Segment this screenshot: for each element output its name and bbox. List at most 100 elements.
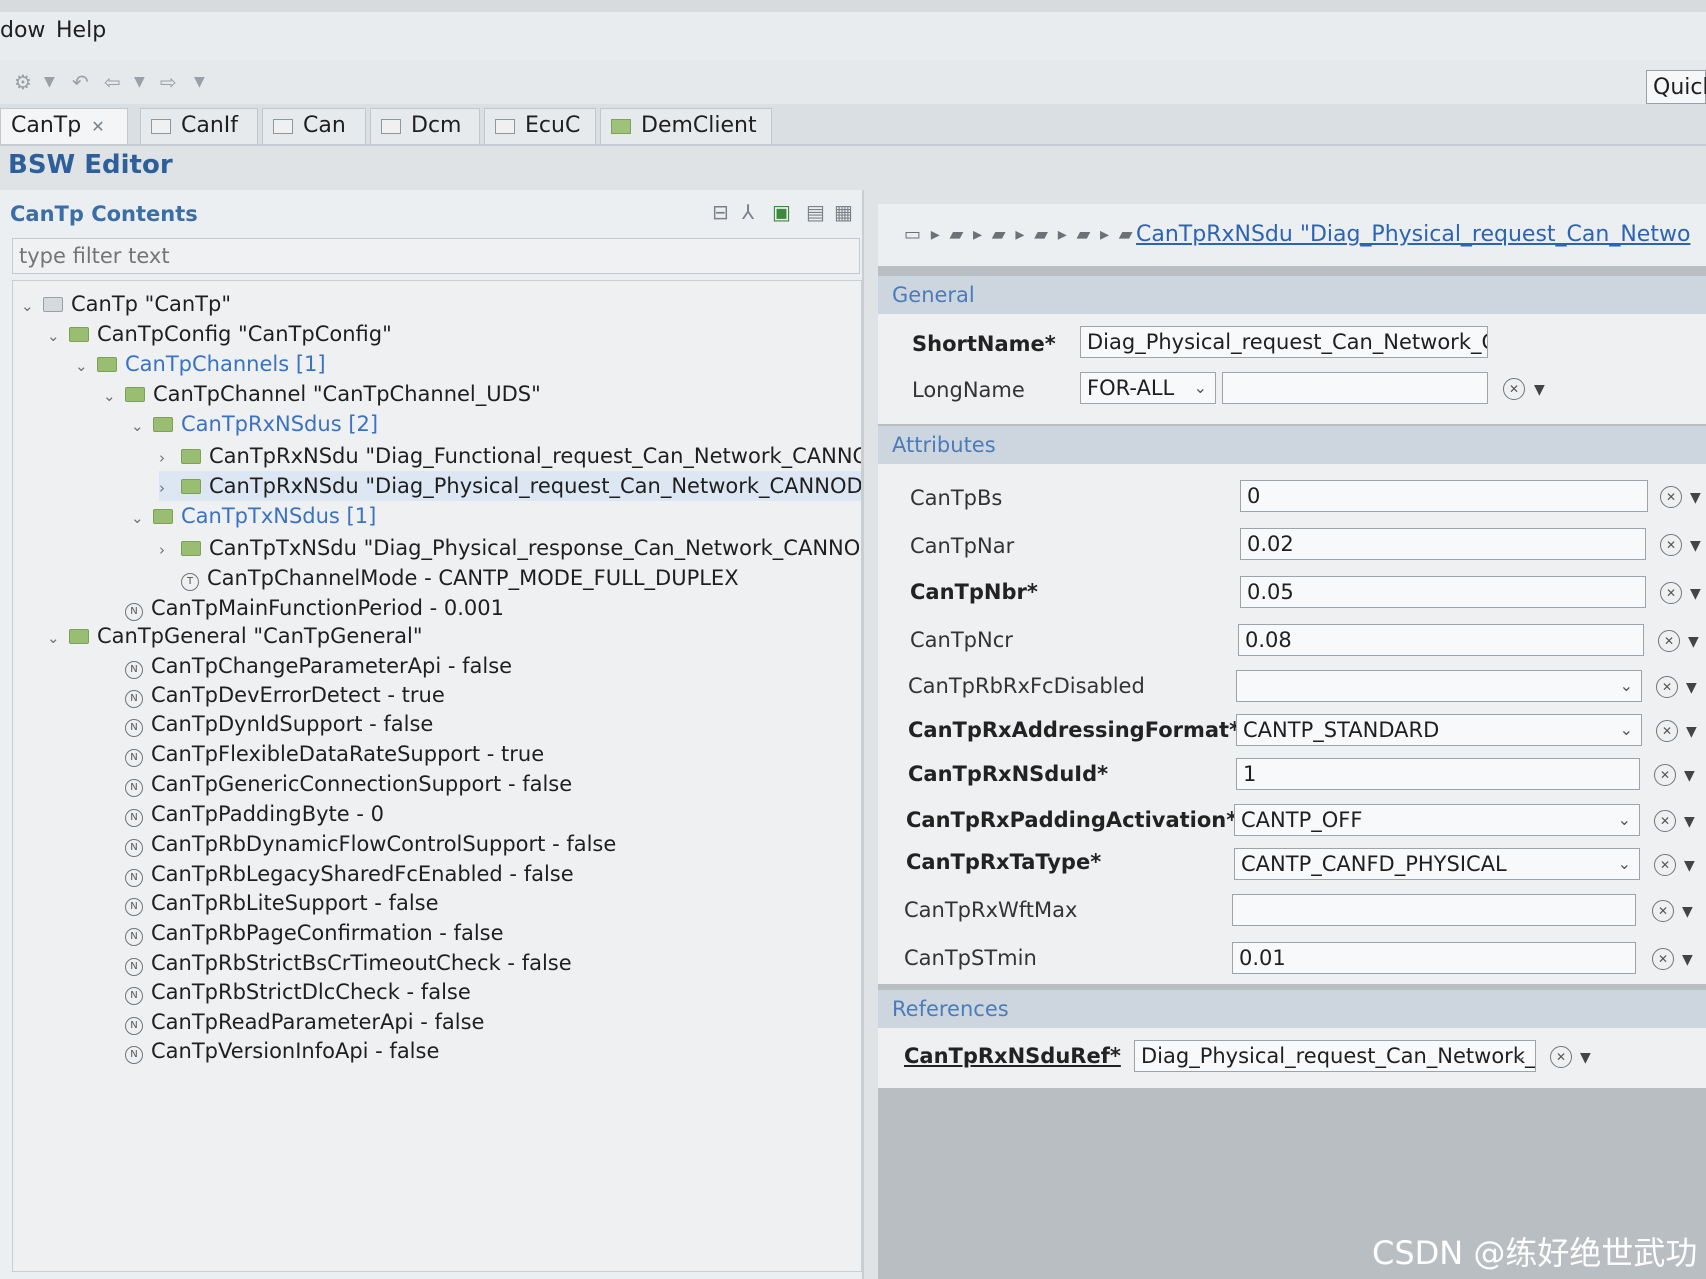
quick-access-field[interactable]: Quick bbox=[1646, 70, 1706, 104]
chevron-down-icon[interactable]: ⌄ bbox=[131, 503, 153, 533]
tree-node[interactable]: N CanTpChangeParameterApi - false bbox=[103, 651, 512, 681]
tree-node[interactable]: ⌄ CanTpGeneral "CanTpGeneral" bbox=[47, 621, 423, 651]
tree-node[interactable]: N CanTpRbStrictDlcCheck - false bbox=[103, 977, 471, 1007]
chevron-down-icon[interactable]: ▼ bbox=[44, 74, 55, 90]
attr-value-select[interactable]: CANTP_STANDARD ⌄ bbox=[1236, 714, 1642, 746]
tree-node[interactable]: N CanTpPaddingByte - 0 bbox=[103, 799, 384, 829]
reset-icon[interactable]: ✕ bbox=[1652, 900, 1674, 922]
breadcrumb-path-icons[interactable]: ▭ ▸ ▰ ▸ ▰ ▸ ▰ ▸ ▰ ▸ ▰ bbox=[904, 224, 1135, 245]
tree-node[interactable]: N CanTpGenericConnectionSupport - false bbox=[103, 769, 572, 799]
reset-icon[interactable]: ✕ bbox=[1654, 854, 1676, 876]
dropdown-arrow-icon[interactable]: ▼ bbox=[1534, 382, 1545, 398]
attr-value-input[interactable]: 0.05 bbox=[1240, 576, 1646, 608]
tree-node[interactable]: N CanTpRbDynamicFlowControlSupport - fals… bbox=[103, 829, 616, 859]
dropdown-arrow-icon[interactable]: ▼ bbox=[1686, 724, 1697, 740]
attr-value-select[interactable]: CANTP_OFF ⌄ bbox=[1234, 804, 1640, 836]
tree-node[interactable]: ⌄ CanTpRxNSdus [2] bbox=[131, 409, 378, 439]
dropdown-arrow-icon[interactable]: ▼ bbox=[1684, 814, 1695, 830]
reset-icon[interactable]: ✕ bbox=[1654, 764, 1676, 786]
chevron-down-icon[interactable]: ⌄ bbox=[103, 381, 125, 411]
back-icon[interactable]: ⇦ bbox=[104, 70, 121, 94]
undo-icon[interactable]: ↶ bbox=[72, 70, 89, 94]
reset-icon[interactable]: ✕ bbox=[1654, 810, 1676, 832]
attr-value-select[interactable]: CANTP_CANFD_PHYSICAL ⌄ bbox=[1234, 848, 1640, 880]
dropdown-arrow-icon[interactable]: ▼ bbox=[1682, 952, 1693, 968]
tab-cantp[interactable]: CanTp ✕ bbox=[0, 108, 128, 144]
tree-node[interactable]: N CanTpDynIdSupport - false bbox=[103, 709, 433, 739]
validation-icon[interactable]: ▣ bbox=[772, 200, 791, 224]
attr-value-input[interactable] bbox=[1232, 894, 1636, 926]
menu-window[interactable]: dow bbox=[0, 18, 45, 43]
tree-node[interactable]: ⌄ CanTpChannels [1] bbox=[75, 349, 326, 379]
tree-node[interactable]: N CanTpDevErrorDetect - true bbox=[103, 680, 445, 710]
reset-icon[interactable]: ✕ bbox=[1656, 676, 1678, 698]
dropdown-arrow-icon[interactable]: ▼ bbox=[1690, 586, 1701, 602]
reference-select[interactable]: Diag_Physical_request_Can_Network_ ⌄ bbox=[1134, 1040, 1536, 1072]
tool-icon[interactable]: ⚙ bbox=[14, 70, 32, 94]
tree-node-selected[interactable]: › CanTpRxNSdu "Diag_Physical_request_Can_… bbox=[159, 471, 861, 501]
attr-value-input[interactable]: 0.02 bbox=[1240, 528, 1646, 560]
tree-node[interactable]: N CanTpRbLiteSupport - false bbox=[103, 888, 439, 918]
section-general-header[interactable]: General bbox=[878, 276, 1706, 314]
tree-node[interactable]: N CanTpMainFunctionPeriod - 0.001 bbox=[103, 593, 504, 623]
dropdown-arrow-icon[interactable]: ▼ bbox=[1690, 538, 1701, 554]
reset-icon[interactable]: ✕ bbox=[1503, 378, 1525, 400]
attr-value-input[interactable]: 0.08 bbox=[1238, 624, 1644, 656]
tree-node[interactable]: ⌄ CanTp "CanTp" bbox=[21, 289, 231, 319]
longname-language-select[interactable]: FOR-ALL ⌄ bbox=[1080, 372, 1216, 404]
tree-filter-input[interactable] bbox=[12, 238, 860, 274]
tree-node[interactable]: ⌄ CanTpConfig "CanTpConfig" bbox=[47, 319, 392, 349]
reset-icon[interactable]: ✕ bbox=[1660, 486, 1682, 508]
attr-value-input[interactable]: 0.01 bbox=[1232, 942, 1636, 974]
dropdown-arrow-icon[interactable]: ▼ bbox=[1690, 490, 1701, 506]
close-icon[interactable]: ✕ bbox=[91, 117, 104, 136]
longname-input[interactable] bbox=[1222, 372, 1488, 404]
chevron-right-icon[interactable]: › bbox=[159, 443, 181, 473]
attr-value-select[interactable]: ⌄ bbox=[1236, 670, 1642, 702]
tab-can[interactable]: Can bbox=[262, 108, 366, 144]
tab-ecuc[interactable]: EcuC bbox=[484, 108, 596, 144]
tab-dcm[interactable]: Dcm bbox=[370, 108, 480, 144]
tree-node[interactable]: N CanTpRbPageConfirmation - false bbox=[103, 918, 504, 948]
tree-node[interactable]: N CanTpReadParameterApi - false bbox=[103, 1007, 484, 1037]
shortname-input[interactable]: Diag_Physical_request_Can_Network_CA bbox=[1080, 326, 1488, 358]
chevron-down-icon[interactable]: ▼ bbox=[194, 74, 205, 90]
dropdown-arrow-icon[interactable]: ▼ bbox=[1688, 634, 1699, 650]
reset-icon[interactable]: ✕ bbox=[1658, 630, 1680, 652]
tree-node[interactable]: › CanTpTxNSdu "Diag_Physical_response_Can… bbox=[159, 533, 861, 565]
chevron-down-icon[interactable]: ⌄ bbox=[47, 321, 69, 351]
tab-canif[interactable]: CanIf bbox=[140, 108, 258, 144]
dropdown-arrow-icon[interactable]: ▼ bbox=[1684, 768, 1695, 784]
attr-value-input[interactable]: 0 bbox=[1240, 480, 1648, 512]
reference-label[interactable]: CanTpRxNSduRef* bbox=[904, 1044, 1121, 1068]
tree-node[interactable]: ⌄ CanTpTxNSdus [1] bbox=[131, 501, 376, 531]
section-references-header[interactable]: References bbox=[878, 990, 1706, 1028]
chevron-right-icon[interactable]: › bbox=[159, 535, 181, 565]
reset-icon[interactable]: ✕ bbox=[1652, 948, 1674, 970]
document-icon[interactable]: ▤ bbox=[806, 200, 825, 224]
dropdown-arrow-icon[interactable]: ▼ bbox=[1686, 680, 1697, 696]
tree-node[interactable]: › CanTpRxNSdu "Diag_Functional_request_Ca… bbox=[159, 441, 861, 473]
reset-icon[interactable]: ✕ bbox=[1660, 582, 1682, 604]
tree-node[interactable]: N CanTpVersionInfoApi - false bbox=[103, 1036, 439, 1066]
tree-node[interactable]: N CanTpRbStrictBsCrTimeoutCheck - false bbox=[103, 948, 572, 978]
breadcrumb-current-link[interactable]: CanTpRxNSdu "Diag_Physical_request_Can_N… bbox=[1136, 222, 1690, 247]
dropdown-arrow-icon[interactable]: ▼ bbox=[1682, 904, 1693, 920]
tab-demclient[interactable]: DemClient bbox=[600, 108, 772, 144]
chevron-down-icon[interactable]: ⌄ bbox=[47, 623, 69, 653]
section-attributes-header[interactable]: Attributes bbox=[878, 426, 1706, 464]
reset-icon[interactable]: ✕ bbox=[1656, 720, 1678, 742]
tree-node[interactable]: N CanTpFlexibleDataRateSupport - true bbox=[103, 739, 544, 769]
tree-node[interactable]: T CanTpChannelMode - CANTP_MODE_FULL_DUPL… bbox=[159, 563, 739, 593]
chevron-down-icon[interactable]: ▼ bbox=[134, 74, 145, 90]
forward-icon[interactable]: ⇨ bbox=[160, 70, 177, 94]
reset-icon[interactable]: ✕ bbox=[1550, 1046, 1572, 1068]
collapse-all-icon[interactable]: ⊟ bbox=[712, 200, 729, 224]
dropdown-arrow-icon[interactable]: ▼ bbox=[1580, 1050, 1591, 1066]
menu-help[interactable]: Help bbox=[56, 18, 106, 43]
table-view-icon[interactable]: ▦ bbox=[834, 200, 853, 224]
chevron-down-icon[interactable]: ⌄ bbox=[131, 411, 153, 441]
chevron-down-icon[interactable]: ⌄ bbox=[75, 351, 97, 381]
hierarchy-icon[interactable]: ⅄ bbox=[742, 200, 754, 224]
tree-node[interactable]: ⌄ CanTpChannel "CanTpChannel_UDS" bbox=[103, 379, 541, 409]
